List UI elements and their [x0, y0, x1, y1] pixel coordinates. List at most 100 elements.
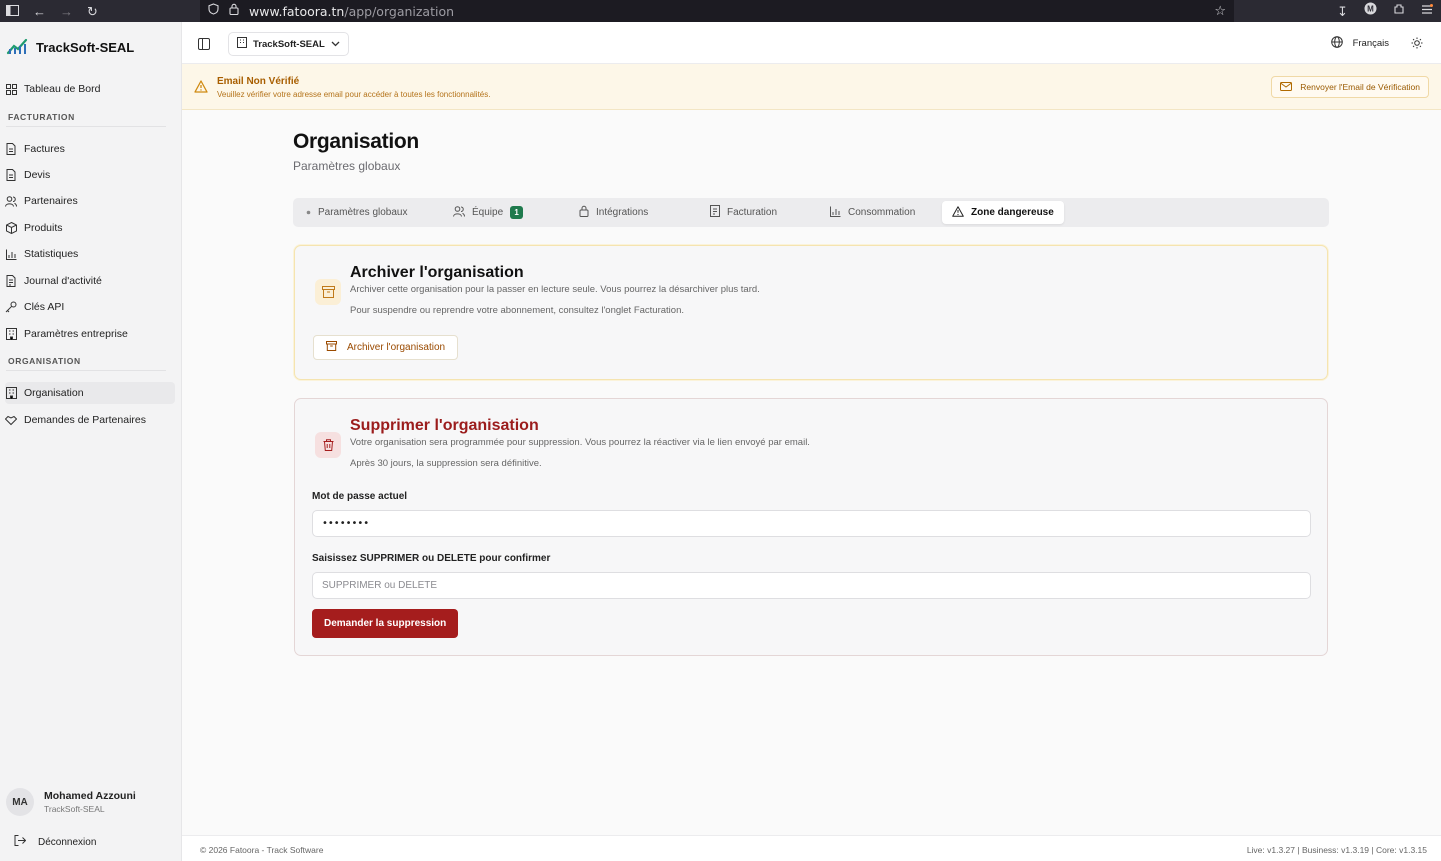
key-icon: [5, 301, 17, 313]
bar-chart-icon: [5, 248, 17, 260]
brand[interactable]: TrackSoft-SEAL: [6, 38, 134, 56]
panel-toggle-icon[interactable]: [198, 37, 210, 50]
section-organisation: ORGANISATION: [8, 356, 81, 366]
tab-global-settings[interactable]: Paramètres globaux: [296, 201, 418, 224]
delete-card-note: Après 30 jours, la suppression sera défi…: [350, 458, 542, 469]
banner-title: Email Non Vérifié: [217, 76, 300, 87]
sidebar-item-partner-requests[interactable]: Demandes de Partenaires: [5, 409, 175, 431]
archive-organisation-button[interactable]: Archiver l'organisation: [313, 335, 459, 360]
tab-label: Paramètres globaux: [318, 207, 408, 218]
sidebar-item-activity-log[interactable]: Journal d'activité: [5, 270, 175, 292]
sidebar-item-label: Tableau de Bord: [24, 83, 101, 95]
url-text[interactable]: www.fatoora.tn/app/organization: [249, 4, 454, 19]
language-selector[interactable]: Français: [1330, 36, 1389, 51]
sidebar-item-api-keys[interactable]: Clés API: [5, 296, 175, 318]
resend-verification-button[interactable]: Renvoyer l'Email de Vérification: [1271, 76, 1429, 98]
browser-toolbar: ← → ↻ www.fatoora.tn/app/organization ☆ …: [0, 0, 1441, 22]
sidebar-item-label: Organisation: [24, 387, 84, 399]
footer-versions: Live: v1.3.27 | Business: v1.3.19 | Core…: [1246, 845, 1427, 855]
sidebar-item-label: Devis: [24, 169, 51, 181]
settings-tabs: Paramètres globaux Équipe 1 Intégrations…: [293, 198, 1329, 227]
footer: © 2026 Fatoora - Track Software Live: v1…: [182, 835, 1441, 861]
address-bar[interactable]: www.fatoora.tn/app/organization ☆: [200, 0, 1234, 22]
menu-icon[interactable]: [1421, 2, 1433, 20]
building-icon: [5, 328, 17, 340]
sidebar-item-label: Demandes de Partenaires: [24, 414, 146, 426]
sidebar-item-dashboard[interactable]: Tableau de Bord: [5, 78, 175, 100]
confirm-label: Saisissez SUPPRIMER ou DELETE pour confi…: [312, 553, 551, 564]
shield-icon[interactable]: [208, 2, 219, 20]
trash-icon: [315, 432, 341, 458]
password-input[interactable]: ••••••••: [312, 510, 1311, 537]
sidebar-item-label: Paramètres entreprise: [24, 328, 128, 340]
tab-billing[interactable]: Facturation: [700, 201, 787, 224]
language-label: Français: [1352, 38, 1389, 49]
sidebar-item-label: Produits: [24, 222, 63, 234]
tab-label: Facturation: [727, 207, 778, 218]
dot-icon: [306, 207, 311, 218]
sidebar-item-quotes[interactable]: Devis: [5, 164, 175, 186]
tab-consumption[interactable]: Consommation: [820, 201, 925, 224]
sidebar-item-company-settings[interactable]: Paramètres entreprise: [5, 323, 175, 345]
organisation-selector[interactable]: TrackSoft-SEAL: [228, 32, 349, 56]
sidebar-item-invoices[interactable]: Factures: [5, 138, 175, 160]
email-warning-banner: Email Non Vérifié Veuillez vérifier votr…: [182, 64, 1441, 110]
tab-label: Consommation: [848, 207, 916, 218]
section-billing: FACTURATION: [8, 112, 75, 122]
archive-organisation-card: Archiver l'organisation Archiver cette o…: [294, 245, 1328, 380]
sun-icon[interactable]: [1411, 36, 1423, 54]
banner-text: Veuillez vérifier votre adresse email po…: [217, 90, 491, 99]
team-count-badge: 1: [510, 206, 524, 219]
top-header: TrackSoft-SEAL Français: [182, 22, 1441, 64]
sidebar-item-label: Factures: [24, 143, 65, 155]
sidebar-item-label: Partenaires: [24, 195, 78, 207]
document-icon: [5, 169, 17, 181]
tab-label: Équipe: [472, 207, 504, 218]
receipt-icon: [710, 205, 720, 220]
users-icon: [5, 195, 17, 207]
lock-icon: [229, 2, 239, 20]
reload-icon[interactable]: ↻: [87, 5, 98, 18]
organisation-selector-label: TrackSoft-SEAL: [253, 38, 325, 50]
bookmark-star-icon[interactable]: ☆: [1214, 3, 1226, 19]
handshake-icon: [5, 414, 17, 426]
download-icon[interactable]: ↧: [1337, 5, 1348, 18]
tab-integrations[interactable]: Intégrations: [569, 201, 658, 224]
back-arrow-icon[interactable]: ←: [33, 5, 46, 18]
svg-text:M: M: [1367, 5, 1374, 14]
user-org: TrackSoft-SEAL: [44, 804, 105, 814]
logout-icon: [14, 835, 27, 849]
divider: [6, 370, 166, 371]
chevron-down-icon: [331, 39, 340, 50]
archive-box-icon: [326, 341, 337, 354]
sidebar-toggle-icon[interactable]: [6, 4, 19, 18]
footer-copyright: © 2026 Fatoora - Track Software: [200, 845, 324, 855]
sidebar-item-partners[interactable]: Partenaires: [5, 190, 175, 212]
page-title: Organisation: [293, 130, 419, 153]
archive-card-description: Archiver cette organisation pour la pass…: [350, 284, 760, 295]
logout-button[interactable]: Déconnexion: [14, 835, 96, 849]
archive-card-title: Archiver l'organisation: [350, 264, 524, 281]
user-name: Mohamed Azzouni: [44, 790, 136, 802]
archive-box-icon: [315, 279, 341, 305]
mail-icon: [1280, 81, 1293, 93]
lock-icon: [579, 205, 589, 220]
sidebar-item-organisation[interactable]: Organisation: [5, 382, 175, 404]
sidebar-item-products[interactable]: Produits: [5, 217, 175, 239]
extensions-icon[interactable]: [1393, 2, 1405, 20]
tab-danger-zone[interactable]: Zone dangereuse: [942, 201, 1064, 224]
request-deletion-button[interactable]: Demander la suppression: [312, 609, 459, 638]
tab-label: Zone dangereuse: [971, 207, 1054, 218]
bar-chart-icon: [830, 206, 841, 220]
archive-button-label: Archiver l'organisation: [347, 342, 446, 353]
profile-icon[interactable]: M: [1364, 2, 1377, 20]
confirm-input[interactable]: SUPPRIMER ou DELETE: [312, 572, 1311, 599]
forward-arrow-icon[interactable]: →: [60, 5, 73, 18]
sidebar-item-statistics[interactable]: Statistiques: [5, 243, 175, 265]
logout-label: Déconnexion: [38, 836, 97, 848]
archive-card-note: Pour suspendre ou reprendre votre abonne…: [350, 305, 684, 316]
users-icon: [453, 205, 465, 220]
user-profile[interactable]: MA Mohamed Azzouni TrackSoft-SEAL: [6, 788, 136, 816]
tab-team[interactable]: Équipe 1: [443, 201, 533, 224]
delete-card-description: Votre organisation sera programmée pour …: [350, 437, 810, 448]
